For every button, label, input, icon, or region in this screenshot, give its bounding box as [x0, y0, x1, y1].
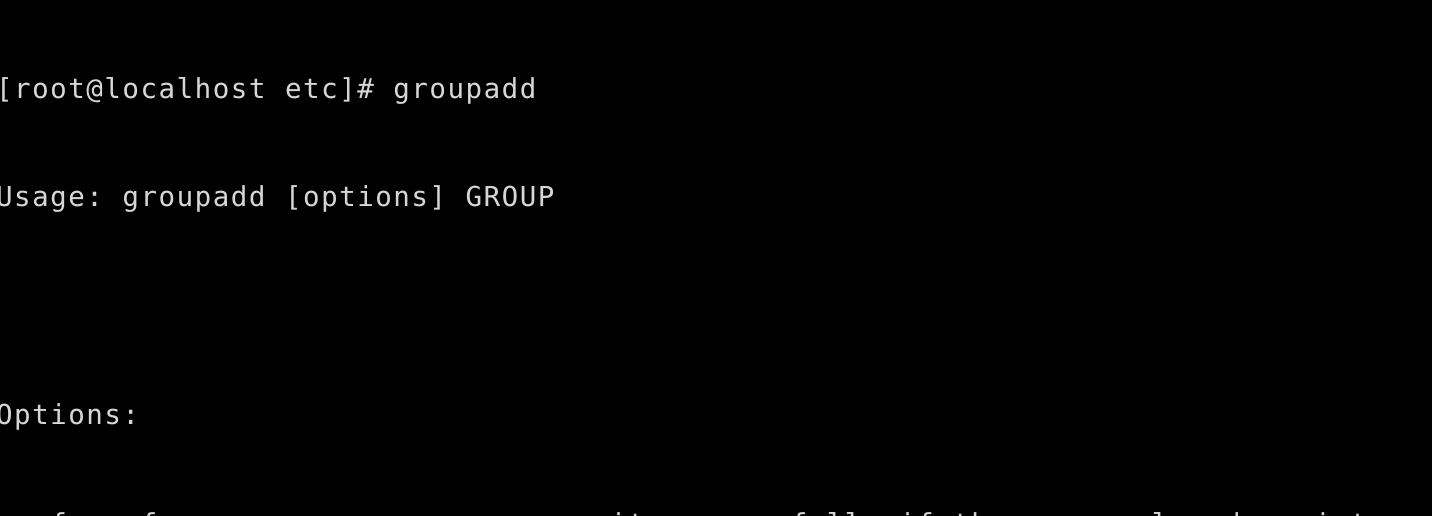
terminal-line-usage: Usage: groupadd [options] GROUP [0, 181, 556, 214]
terminal-line-prompt: [root@localhost etc]# groupadd [0, 72, 538, 105]
terminal-screen[interactable]: [root@localhost etc]# groupadd Usage: gr… [0, 0, 1405, 516]
terminal-line-options-heading: Options: [0, 399, 141, 432]
terminal-line-option-force: -f, --force exit successfully if the gro… [0, 506, 1405, 516]
terminal-window[interactable]: [root@localhost etc]# groupadd Usage: gr… [0, 0, 1432, 516]
